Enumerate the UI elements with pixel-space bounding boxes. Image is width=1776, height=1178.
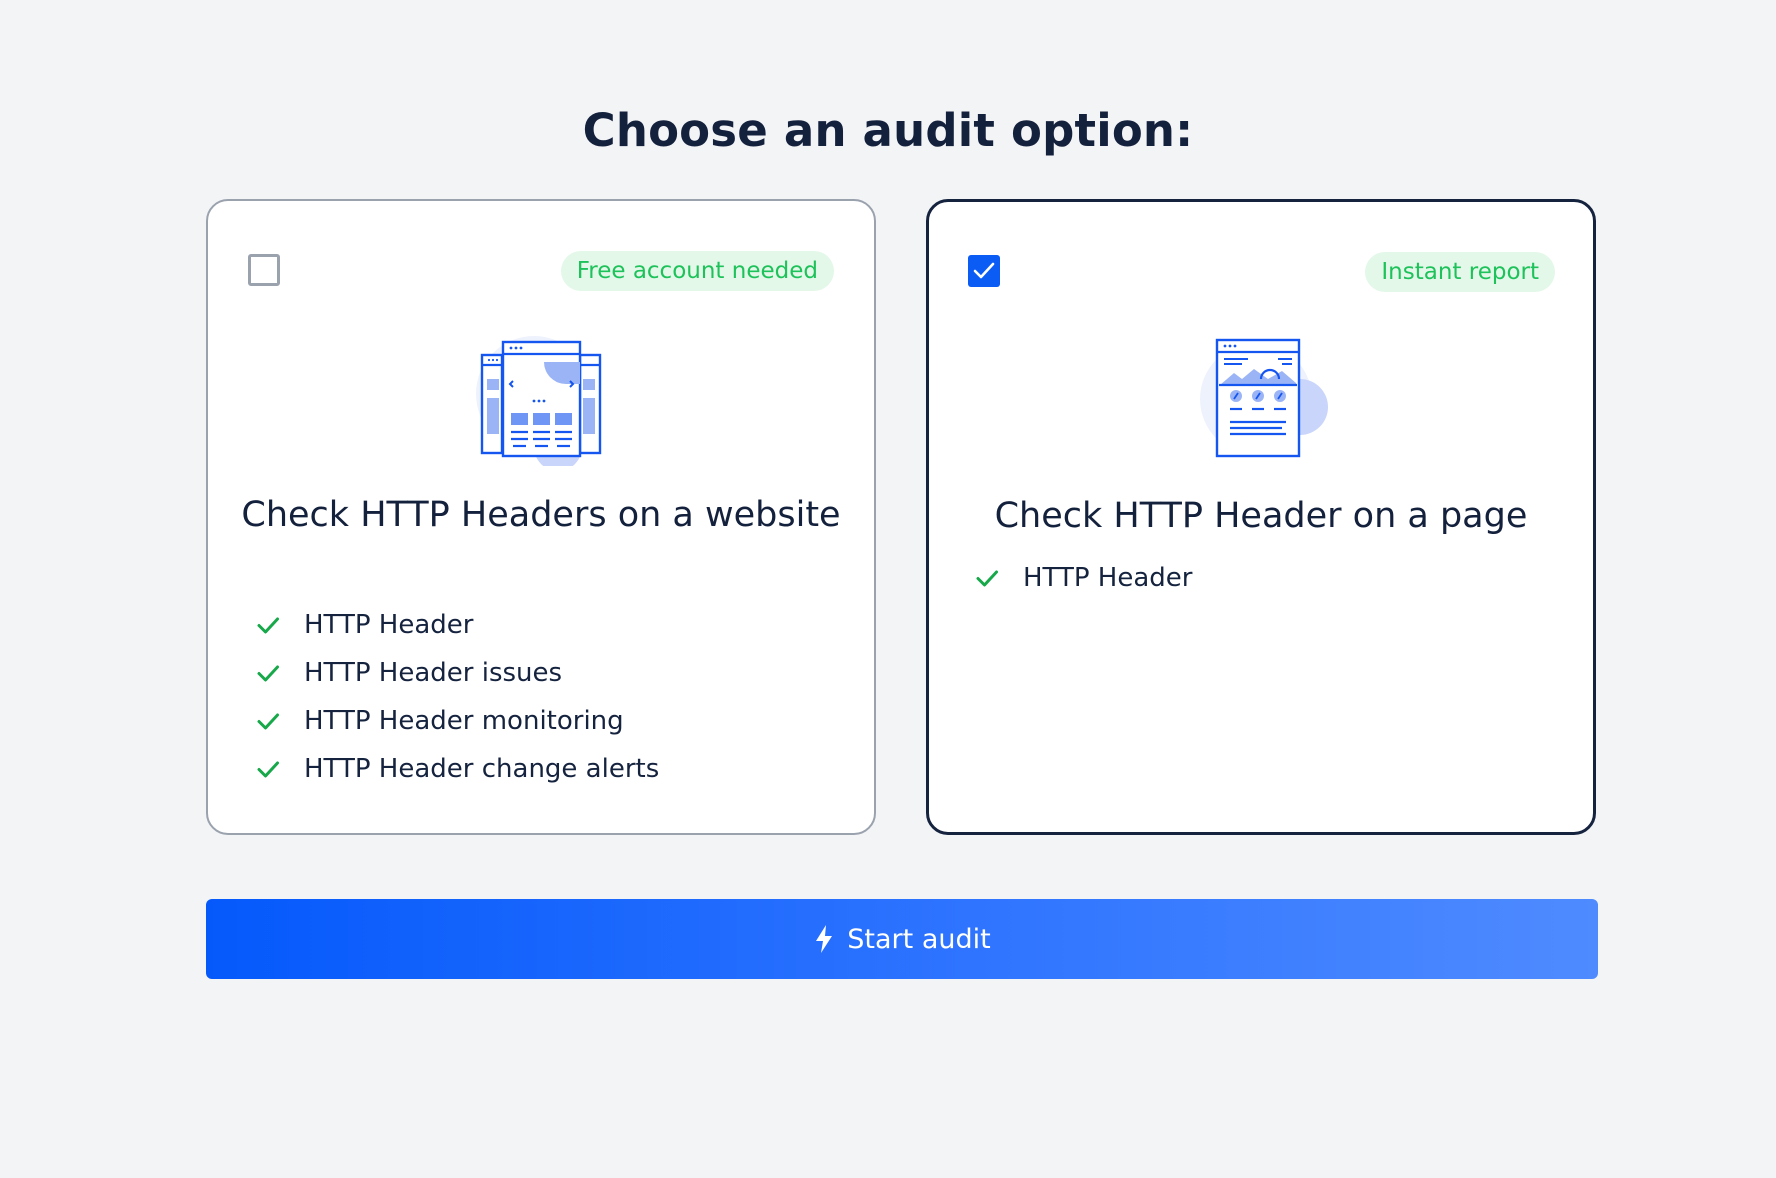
instant-report-badge: Instant report xyxy=(1365,252,1555,292)
audit-option-page[interactable]: Instant report Check HTTP Header on a pa… xyxy=(926,199,1596,835)
checkmark-icon xyxy=(973,262,995,279)
feature-label: HTTP Header xyxy=(1023,563,1193,593)
check-icon xyxy=(976,570,998,587)
list-item: HTTP Header monitoring xyxy=(256,697,659,745)
page-option-checkbox[interactable] xyxy=(968,255,1000,287)
free-account-badge: Free account needed xyxy=(560,251,834,291)
feature-label: HTTP Header change alerts xyxy=(304,754,660,784)
website-pages-icon xyxy=(476,336,602,466)
list-item: HTTP Header issues xyxy=(256,649,659,697)
page-feature-list: HTTP Header xyxy=(975,554,1192,602)
feature-label: HTTP Header xyxy=(304,610,474,640)
check-icon xyxy=(257,713,279,730)
audit-option-website[interactable]: Free account needed Check HTTP Headers o… xyxy=(206,199,876,835)
website-feature-list: HTTP Header HTTP Header issues HTTP Head… xyxy=(256,601,659,793)
start-audit-label: Start audit xyxy=(847,923,991,955)
list-item: HTTP Header change alerts xyxy=(256,745,659,793)
website-option-title: Check HTTP Headers on a website xyxy=(241,495,841,535)
page-option-title: Check HTTP Header on a page xyxy=(994,496,1528,536)
start-audit-button[interactable]: Start audit xyxy=(206,899,1598,979)
website-option-checkbox[interactable] xyxy=(248,254,280,286)
single-page-icon xyxy=(1200,338,1328,458)
check-icon xyxy=(257,617,279,634)
feature-label: HTTP Header issues xyxy=(304,658,563,688)
list-item: HTTP Header xyxy=(975,554,1192,602)
check-icon xyxy=(257,761,279,778)
feature-label: HTTP Header monitoring xyxy=(304,706,624,736)
check-icon xyxy=(257,665,279,682)
lightning-bolt-icon xyxy=(816,925,833,953)
page-title: Choose an audit option: xyxy=(582,104,1194,158)
list-item: HTTP Header xyxy=(256,601,659,649)
